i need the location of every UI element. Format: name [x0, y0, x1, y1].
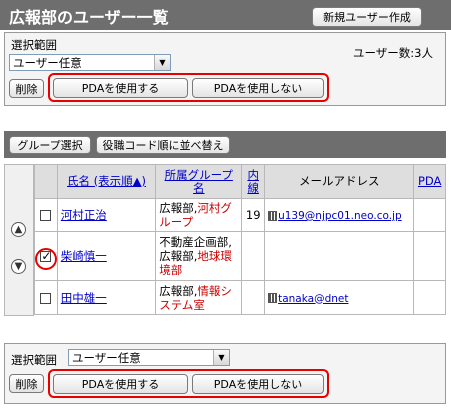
bottom-scope-select[interactable]: ユーザー任意 ▼	[68, 349, 230, 366]
user-name-link[interactable]: 田中雄一	[61, 291, 107, 305]
bottom-no-pda-button[interactable]: PDAを使用しない	[192, 374, 324, 394]
header-name[interactable]: 氏名 (表示順▲)	[56, 164, 157, 199]
group-select-button[interactable]: グループ選択	[9, 136, 91, 154]
down-arrow-icon[interactable]: ▼	[11, 259, 26, 274]
user-name-link[interactable]: 河村正治	[61, 208, 107, 222]
header-email: メールアドレス	[264, 164, 415, 199]
header-extension[interactable]: 内線	[241, 164, 266, 199]
email-link[interactable]: u139@njpc01.neo.co.jp	[278, 210, 402, 222]
extension-cell	[241, 231, 266, 281]
sort-by-position-button[interactable]: 役職コード順に並べ替え	[96, 136, 230, 154]
user-name-link[interactable]: 柴崎慎一	[61, 249, 107, 263]
top-scope-value: ユーザー任意	[13, 56, 82, 70]
building-icon	[268, 293, 278, 303]
pda-cell	[413, 198, 446, 232]
table-header-row: 氏名 (表示順▲) 所属グループ名 内線 メールアドレス PDA	[34, 164, 446, 199]
new-user-button[interactable]: 新規ユーザー作成	[312, 7, 422, 27]
page-title: 広報部のユーザー一覧	[9, 8, 169, 27]
header-group[interactable]: 所属グループ名	[155, 164, 243, 199]
bottom-delete-button[interactable]: 削除	[9, 374, 44, 393]
bottom-scope-value: ユーザー任意	[72, 351, 141, 365]
bottom-scope-label: 選択範囲	[11, 353, 57, 367]
top-scope-select[interactable]: ユーザー任意 ▼	[9, 54, 171, 71]
email-cell	[264, 231, 415, 281]
chevron-down-icon: ▼	[213, 350, 229, 365]
group-text: 広報部,	[159, 283, 198, 298]
email-link[interactable]: tanaka@dnet	[278, 293, 348, 305]
header-pda[interactable]: PDA	[413, 164, 446, 199]
top-scope-label: 選択範囲	[11, 38, 57, 52]
table-row: 田中雄一 広報部,情報システム室 tanaka@dnet	[34, 280, 446, 315]
checkbox-highlight-circle	[35, 248, 57, 270]
building-icon	[268, 210, 278, 221]
top-delete-button[interactable]: 削除	[9, 79, 44, 98]
pda-cell	[413, 280, 446, 315]
row-checkbox[interactable]	[40, 292, 52, 304]
top-no-pda-button[interactable]: PDAを使用しない	[192, 78, 324, 98]
extension-cell	[241, 280, 266, 315]
group-text: 広報部,	[159, 201, 198, 215]
pda-cell	[413, 231, 446, 281]
up-arrow-icon[interactable]: ▲	[11, 222, 26, 237]
order-column	[4, 164, 34, 316]
bottom-use-pda-button[interactable]: PDAを使用する	[53, 374, 188, 394]
user-table: 氏名 (表示順▲) 所属グループ名 内線 メールアドレス PDA 河村正治 広報…	[34, 164, 446, 315]
extension-cell: 19	[241, 198, 266, 232]
table-row: 河村正治 広報部,河村グループ 19 u139@njpc01.neo.co.jp	[34, 198, 446, 232]
user-count: ユーザー数:3人	[353, 46, 433, 60]
top-use-pda-button[interactable]: PDAを使用する	[53, 78, 188, 98]
checkbox-header	[34, 164, 58, 199]
row-checkbox[interactable]	[40, 210, 52, 221]
table-row: 柴崎慎一 不動産企画部,広報部,地球環境部	[34, 231, 446, 281]
chevron-down-icon: ▼	[154, 55, 170, 70]
